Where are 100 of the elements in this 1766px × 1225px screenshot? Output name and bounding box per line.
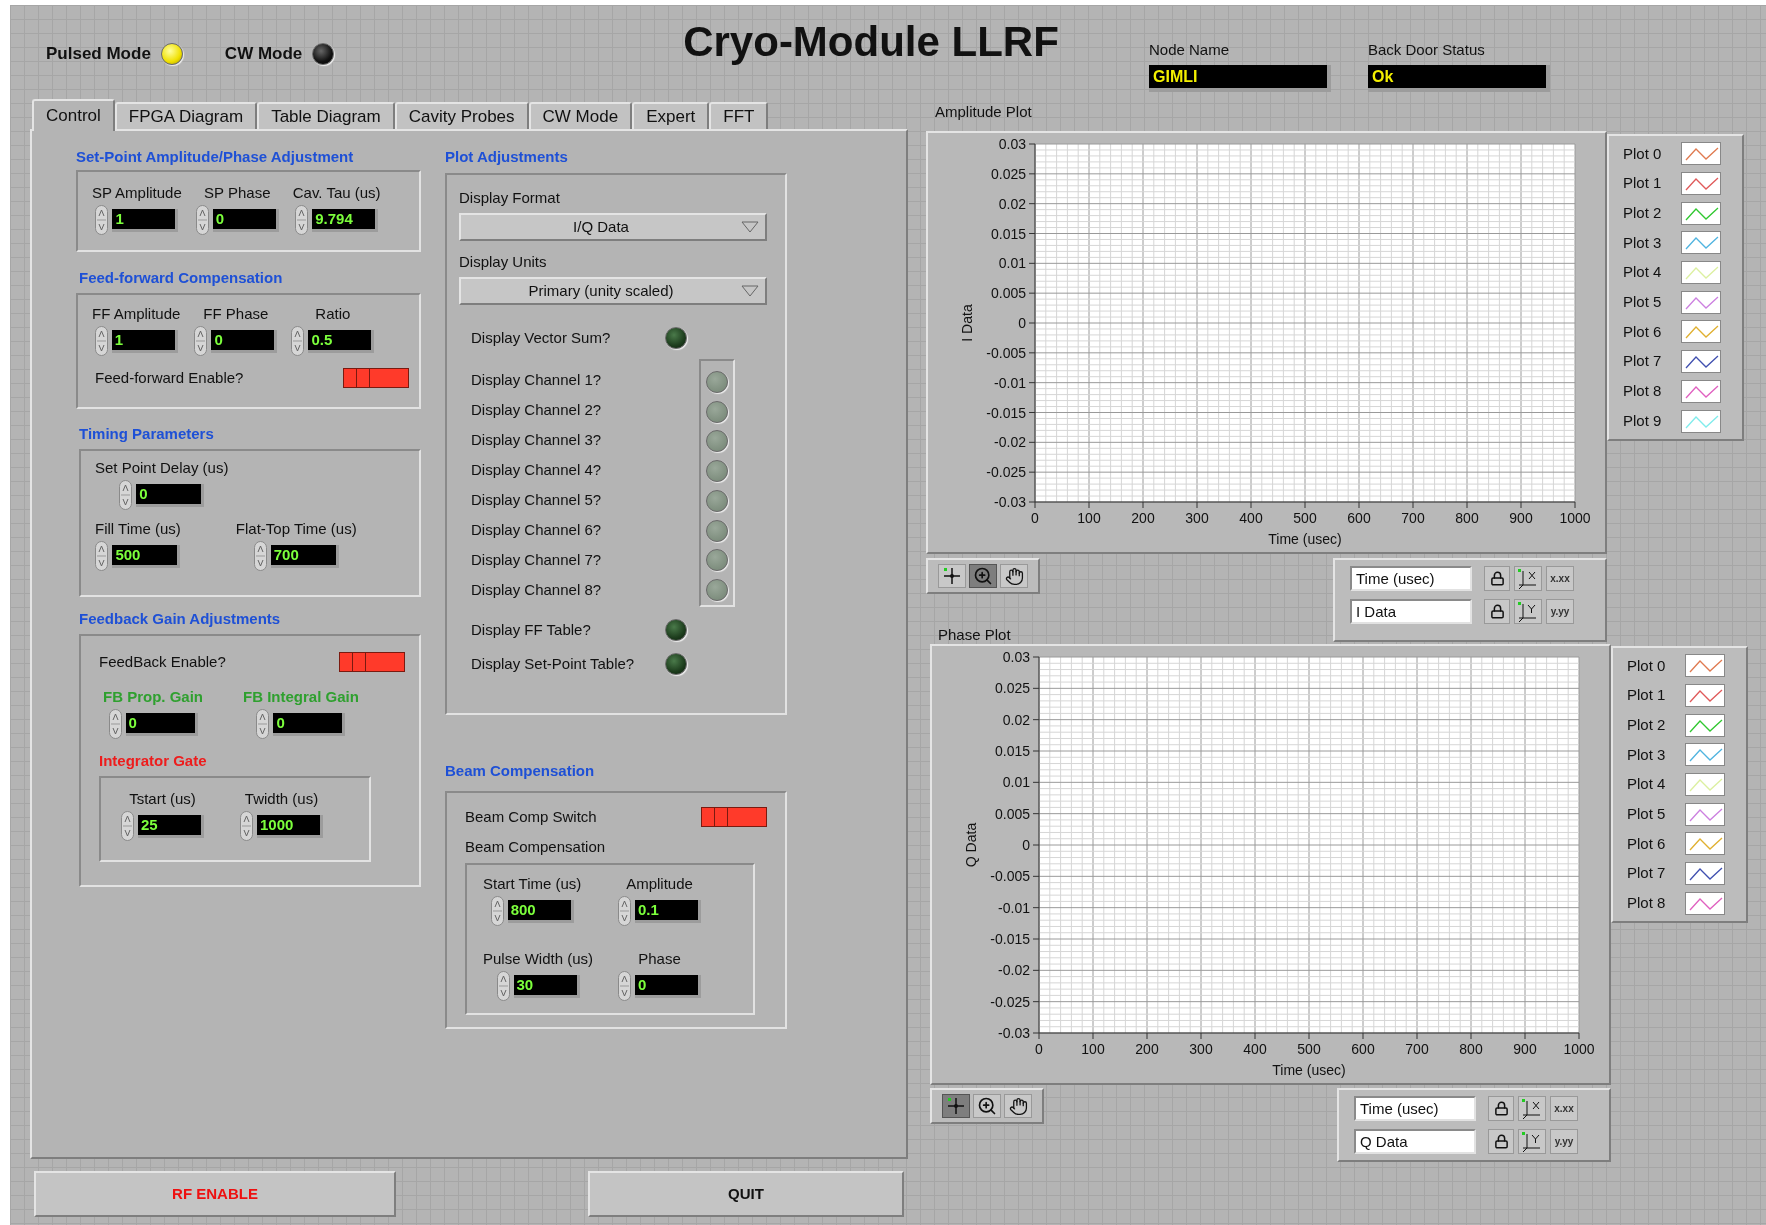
line-swatch[interactable] [1685,743,1725,767]
spin-buttons[interactable] [240,811,253,841]
line-swatch[interactable] [1681,142,1721,166]
graph-tool-button[interactable] [1000,564,1028,588]
led-indicator[interactable] [665,653,687,675]
scale-name-field[interactable]: Time (usec) [1350,566,1472,591]
numeric-field[interactable]: 30 [513,974,580,998]
line-swatch[interactable] [1681,290,1721,314]
tab[interactable]: Expert [632,102,710,129]
graph-tool-button[interactable] [938,564,966,588]
numeric-field[interactable]: 1000 [257,814,323,838]
line-swatch[interactable] [1685,773,1725,797]
line-swatch[interactable] [1681,231,1721,255]
spin-buttons[interactable] [95,205,109,235]
line-swatch[interactable] [1685,713,1725,737]
format-button[interactable]: x.xx [1550,1096,1578,1121]
spin-buttons[interactable] [194,326,208,356]
tab[interactable]: FFT [709,102,769,129]
tab[interactable]: Table Diagram [257,102,395,129]
action-button[interactable]: QUIT [588,1171,904,1217]
spin-buttons[interactable] [119,480,133,510]
line-swatch[interactable] [1685,684,1725,708]
numeric-field[interactable]: 0 [136,483,205,507]
numeric-field[interactable]: 700 [270,544,339,568]
toggle-switch[interactable] [701,807,767,827]
lock-button[interactable] [1484,566,1510,591]
tab[interactable]: FPGA Diagram [114,102,258,129]
numeric-field[interactable]: 1 [112,208,179,232]
line-swatch[interactable] [1681,201,1721,225]
autoscale-button[interactable] [1518,1096,1546,1121]
autoscale-button[interactable] [1514,599,1542,624]
spin-buttons[interactable] [618,971,631,1001]
tick-label: 600 [1351,1041,1375,1057]
dropdown[interactable]: Primary (unity scaled) [459,277,767,305]
spin-buttons[interactable] [108,709,122,739]
numeric-field[interactable]: 0.5 [308,329,375,353]
line-swatch[interactable] [1685,891,1725,915]
tab[interactable]: Control [32,99,115,131]
window-title: Cryo-Module LLRF [683,17,1059,67]
spin-buttons[interactable] [95,541,109,571]
lock-button[interactable] [1484,599,1510,624]
tick-label: 700 [1405,1041,1429,1057]
numeric-field[interactable]: 0.1 [635,899,701,923]
lock-button[interactable] [1488,1096,1514,1121]
graph-tool-button[interactable] [973,1094,1001,1118]
spin-buttons[interactable] [295,205,309,235]
numeric-field[interactable]: 9.794 [312,208,379,232]
numeric-field[interactable]: 25 [138,814,204,838]
numeric-field[interactable]: 1 [111,329,178,353]
spin-buttons[interactable] [253,541,267,571]
format-button[interactable]: y.yy [1546,599,1574,624]
spin-buttons[interactable] [618,896,631,926]
control-label: Twidth (us) [244,790,319,808]
spin-buttons[interactable] [256,709,270,739]
line-swatch[interactable] [1681,409,1721,433]
line-swatch[interactable] [1685,654,1725,678]
autoscale-button[interactable] [1518,1129,1546,1154]
scale-name-field[interactable]: Time (usec) [1354,1096,1476,1121]
toggle-switch[interactable] [339,652,405,672]
numeric-field[interactable]: 0 [635,974,701,998]
format-button[interactable]: y.yy [1550,1129,1578,1154]
led-indicator[interactable] [665,327,687,349]
tab[interactable]: Cavity Probes [394,102,529,129]
numeric-field[interactable]: 0 [211,329,278,353]
led-indicator[interactable] [160,43,183,65]
spin-buttons[interactable] [121,811,134,841]
line-swatch[interactable] [1685,832,1725,856]
line-swatch[interactable] [1681,379,1721,403]
control-label: Display Channel 1? [471,371,602,389]
spin-buttons[interactable] [496,971,510,1001]
dropdown[interactable]: I/Q Data [459,213,767,241]
lock-button[interactable] [1488,1129,1514,1154]
led-indicator[interactable] [665,619,687,641]
spin-buttons[interactable] [291,326,305,356]
autoscale-button[interactable] [1514,566,1542,591]
line-swatch[interactable] [1685,862,1725,886]
toggle-switch[interactable] [343,368,409,388]
spin-buttons[interactable] [195,205,209,235]
numeric-field[interactable]: 800 [507,899,574,923]
hand-icon [1004,566,1024,586]
spin-buttons[interactable] [94,326,108,356]
numeric-field[interactable]: 500 [112,544,181,568]
graph-tool-button[interactable] [969,564,997,588]
format-button[interactable]: x.xx [1546,566,1574,591]
line-swatch[interactable] [1681,350,1721,374]
line-swatch[interactable] [1681,261,1721,285]
line-swatch[interactable] [1685,802,1725,826]
line-swatch[interactable] [1681,172,1721,196]
graph-tool-button[interactable] [1004,1094,1032,1118]
numeric-field[interactable]: 0 [212,208,279,232]
numeric-field[interactable]: 0 [125,712,198,736]
tick-label: -0.02 [994,434,1026,451]
line-swatch[interactable] [1681,320,1721,344]
control-label: Display Channel 2? [471,401,602,419]
numeric-field[interactable]: 0 [273,712,346,736]
zoom-icon [977,1096,997,1116]
tab[interactable]: CW Mode [528,102,633,129]
spin-buttons[interactable] [490,896,504,926]
scale-name-field[interactable]: Q Data [1354,1129,1476,1154]
scale-name-field[interactable]: I Data [1350,599,1472,624]
